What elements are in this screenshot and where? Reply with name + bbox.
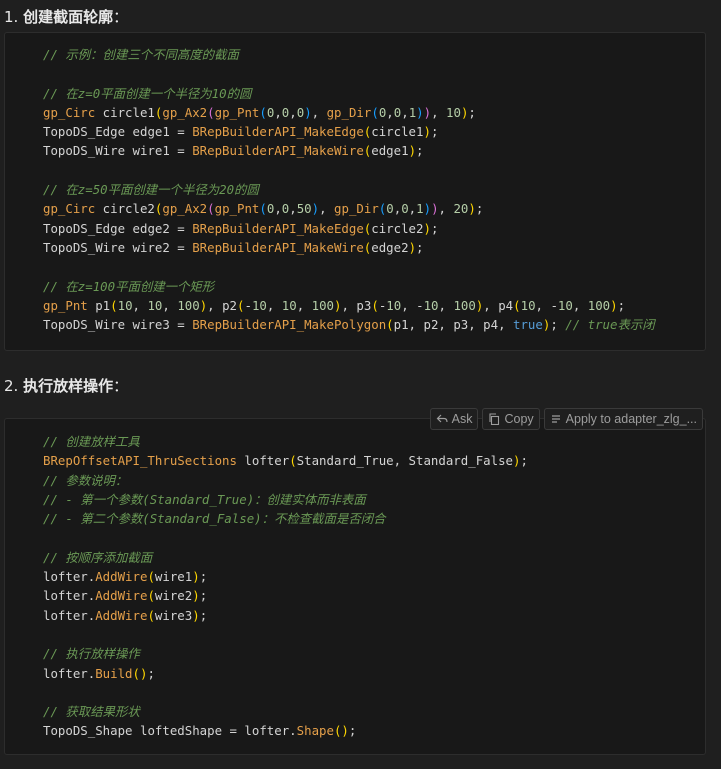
- code-block-1[interactable]: // 示例：创建三个不同高度的截面 // 在z=0平面创建一个半径为10的圆 gp…: [4, 32, 706, 351]
- code-line: gp_Pnt p1(10, 10, 100), p2(-10, 10, 100)…: [43, 297, 626, 313]
- section-title: 创建截面轮廓: [23, 8, 114, 26]
- copy-icon: [489, 413, 500, 425]
- copy-label: Copy: [504, 412, 534, 426]
- code-toolbar: Ask Copy Apply to adapter_zlg_...: [429, 408, 703, 430]
- apply-icon: [551, 415, 560, 423]
- code-line: lofter.AddWire(wire1);: [43, 569, 208, 585]
- code-line: gp_Circ circle1(gp_Ax2(gp_Pnt(0,0,0), gp…: [43, 104, 476, 120]
- code-block-2[interactable]: // 创建放样工具 BRepOffsetAPI_ThruSections loft…: [4, 418, 706, 755]
- code-line: TopoDS_Wire wire1 = BRepBuilderAPI_MakeW…: [43, 143, 424, 159]
- section-suffix: ：: [113, 377, 129, 395]
- section-heading-2: 2. 执行放样操作：: [4, 376, 128, 396]
- code-line: lofter.Build();: [43, 665, 155, 681]
- code-line: TopoDS_Edge edge2 = BRepBuilderAPI_MakeE…: [43, 220, 439, 236]
- reply-arrow-icon: [436, 414, 448, 423]
- code-line: BRepOffsetAPI_ThruSections lofter(Standa…: [43, 453, 528, 469]
- code-line: TopoDS_Shape loftedShape = lofter.Shape(…: [43, 723, 357, 739]
- section-number: 2.: [4, 377, 19, 395]
- code-line: // 在z=0平面创建一个半径为10的圆: [43, 85, 252, 101]
- code-line: // 创建放样工具: [43, 434, 140, 449]
- code-line: // - 第一个参数(Standard_True)：创建实体而非表面: [43, 491, 366, 507]
- code-content[interactable]: // 示例：创建三个不同高度的截面 // 在z=0平面创建一个半径为10的圆 gp…: [43, 45, 705, 334]
- section-heading-1: 1. 创建截面轮廓：: [4, 7, 128, 27]
- code-line: // 按顺序添加截面: [43, 549, 153, 565]
- code-content[interactable]: // 创建放样工具 BRepOffsetAPI_ThruSections loft…: [43, 432, 705, 741]
- code-line: // 参数说明：: [43, 472, 128, 488]
- code-line: TopoDS_Edge edge1 = BRepBuilderAPI_MakeE…: [43, 124, 439, 140]
- section-number: 1.: [4, 8, 19, 26]
- code-line: gp_Circ circle2(gp_Ax2(gp_Pnt(0,0,50), g…: [43, 201, 484, 217]
- code-line: // - 第二个参数(Standard_False)：不检查截面是否闭合: [43, 511, 386, 527]
- code-line: TopoDS_Wire wire2 = BRepBuilderAPI_MakeW…: [43, 239, 424, 255]
- code-line: lofter.AddWire(wire2);: [43, 588, 208, 604]
- code-line: lofter.AddWire(wire3);: [43, 607, 208, 623]
- ask-button[interactable]: Ask: [429, 408, 479, 430]
- code-line: TopoDS_Wire wire3 = BRepBuilderAPI_MakeP…: [43, 317, 655, 333]
- code-line: // 获取结果形状: [43, 704, 140, 720]
- code-line: // 在z=50平面创建一个半径为20的圆: [43, 182, 259, 198]
- code-line: // 在z=100平面创建一个矩形: [43, 278, 215, 294]
- ask-label: Ask: [451, 412, 473, 426]
- apply-button[interactable]: Apply to adapter_zlg_...: [543, 408, 703, 430]
- code-line: // 执行放样操作: [43, 646, 140, 662]
- section-suffix: ：: [113, 8, 129, 26]
- copy-button[interactable]: Copy: [482, 408, 540, 430]
- apply-label: Apply to adapter_zlg_...: [565, 412, 697, 426]
- code-line: // 示例：创建三个不同高度的截面: [43, 47, 239, 62]
- section-title: 执行放样操作: [23, 377, 114, 395]
